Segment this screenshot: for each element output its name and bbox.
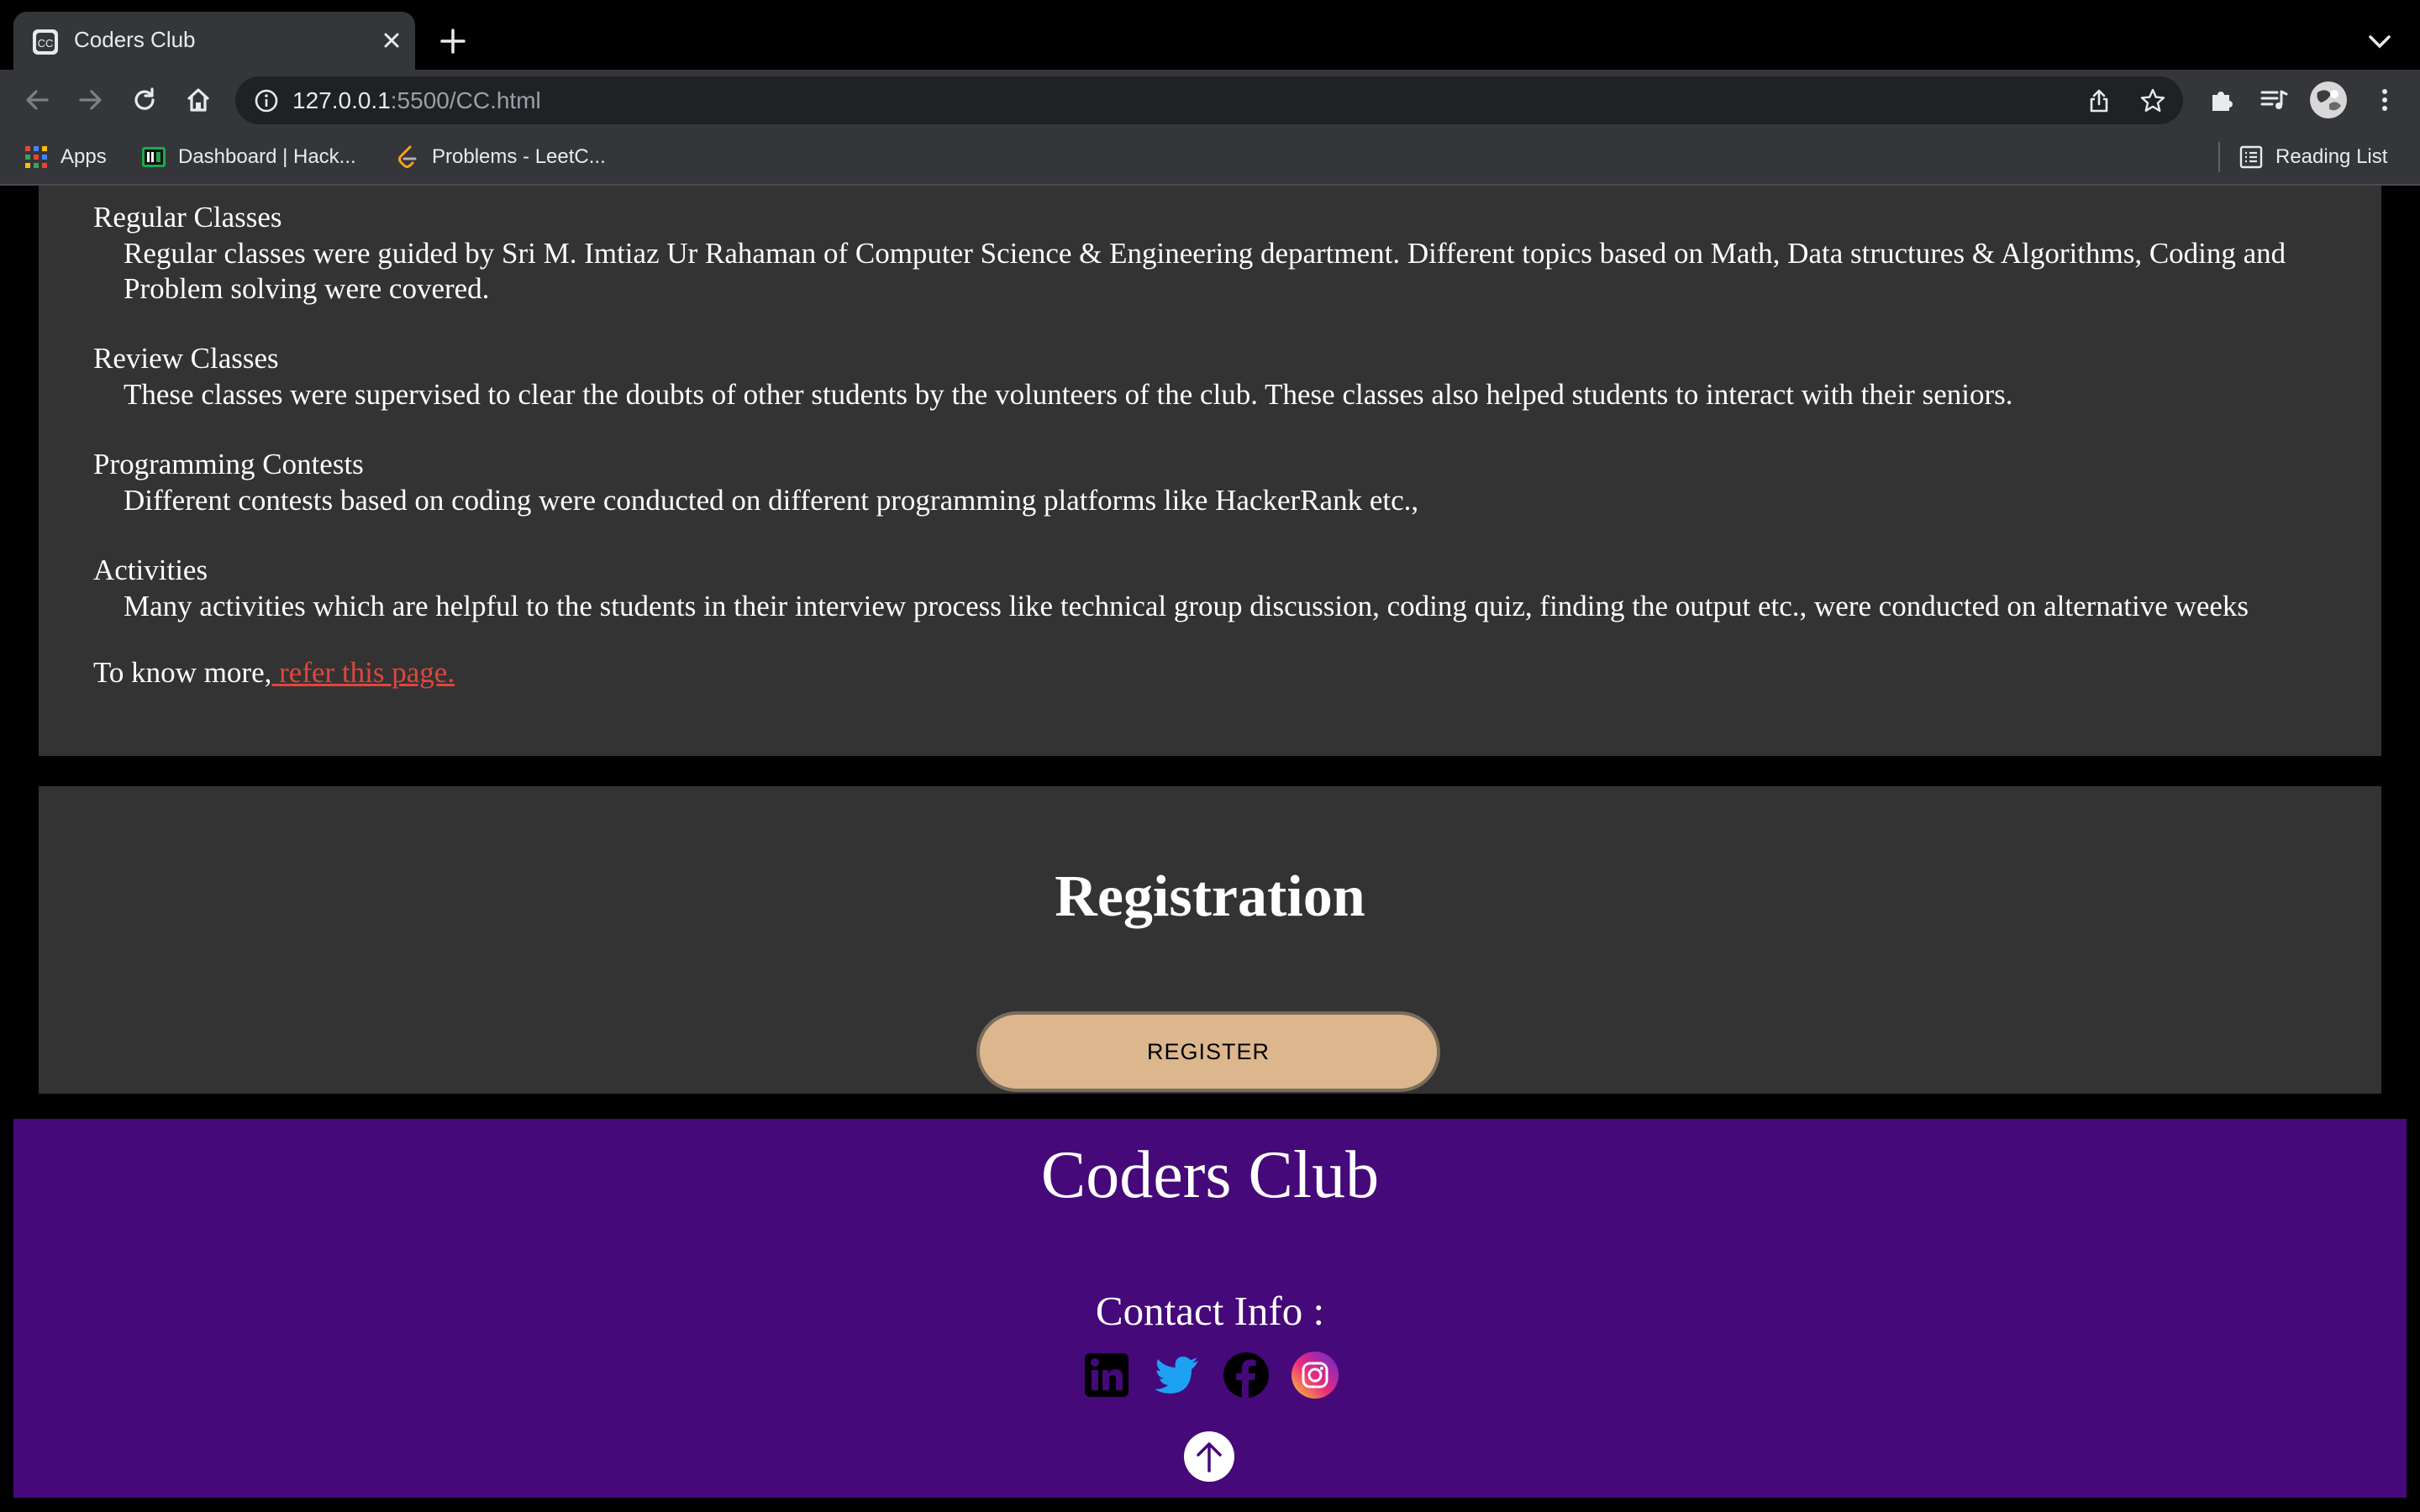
footer-title: Coders Club (1040, 1138, 1380, 1212)
register-button[interactable]: REGISTER (976, 1011, 1440, 1092)
new-tab-icon[interactable] (437, 25, 469, 57)
refer-page-link[interactable]: refer this page. (271, 656, 455, 689)
bookmark-hackerrank-label: Dashboard | Hack... (178, 145, 356, 168)
bookmark-leetcode[interactable]: Problems - LeetC... (395, 142, 606, 172)
browser-toolbar: 127.0.0.1:5500/CC.html (0, 70, 2420, 130)
bookmarks-bar: Apps Dashboard | Hack... Problems - Leet… (0, 130, 2420, 186)
activity-description: Many activities which are helpful to the… (124, 590, 2249, 622)
tab-search-chevron-icon[interactable] (2365, 29, 2395, 54)
reading-list-label: Reading List (2275, 145, 2388, 168)
activity-description: Different contests based on coding were … (124, 484, 1419, 517)
close-tab-icon[interactable] (378, 27, 405, 54)
activity-description: These classes were supervised to clear t… (124, 378, 2013, 411)
url-path: :5500/CC.html (390, 87, 541, 113)
hackerrank-icon (142, 147, 166, 167)
media-queue-icon[interactable] (2259, 85, 2289, 115)
facebook-icon[interactable] (1222, 1351, 1270, 1399)
leetcode-icon (398, 145, 417, 168)
know-more-text: To know more, refer this page. (93, 656, 455, 690)
address-bar[interactable]: 127.0.0.1:5500/CC.html (235, 76, 2183, 124)
apps-grid-icon (25, 146, 47, 168)
tab-title: Coders Club (74, 27, 196, 52)
forward-icon[interactable] (76, 85, 106, 115)
bookmark-apps[interactable]: Apps (24, 142, 107, 172)
bookmark-leetcode-label: Problems - LeetC... (432, 145, 606, 168)
bookmark-hackerrank[interactable]: Dashboard | Hack... (141, 142, 356, 172)
activity-title: Regular Classes (93, 201, 282, 234)
footer: Coders Club Contact Info : (13, 1119, 2407, 1498)
activity-title: Programming Contests (93, 448, 364, 480)
browser-tab[interactable]: CC Coders Club (13, 12, 415, 70)
home-icon[interactable] (183, 85, 213, 115)
registration-heading: Registration (1055, 864, 1365, 929)
page-viewport: Regular Classes Regular classes were gui… (0, 186, 2420, 1512)
browser-menu-icon[interactable] (2370, 85, 2400, 115)
coders-club-favicon-icon: CC (33, 29, 58, 55)
bookmark-apps-label: Apps (60, 145, 107, 168)
contact-info-heading: Contact Info : (1095, 1288, 1325, 1334)
know-more-prefix: To know more, (93, 656, 272, 689)
bookmark-star-icon[interactable] (2139, 87, 2166, 114)
back-icon[interactable] (22, 85, 52, 115)
reading-list-button[interactable]: Reading List (2238, 142, 2387, 172)
profile-avatar[interactable] (2309, 81, 2348, 119)
share-icon[interactable] (2086, 87, 2112, 114)
bookmarks-separator (2218, 142, 2220, 172)
activity-description: Regular classes were guided by Sri M. Im… (124, 237, 2286, 305)
instagram-icon[interactable] (1291, 1351, 1339, 1399)
svg-text:CC: CC (38, 37, 54, 50)
reading-list-icon (2239, 145, 2263, 169)
activity-title: Review Classes (93, 342, 279, 375)
activities-section: Regular Classes Regular classes were gui… (39, 186, 2381, 756)
reload-icon[interactable] (129, 85, 160, 115)
activity-title: Activities (93, 554, 208, 586)
url-text: 127.0.0.1:5500/CC.html (292, 87, 541, 114)
tab-strip: CC Coders Club (0, 0, 2420, 70)
linkedin-icon[interactable] (1082, 1351, 1131, 1399)
extensions-puzzle-icon[interactable] (2207, 85, 2237, 115)
site-info-icon[interactable] (254, 88, 279, 113)
url-host: 127.0.0.1 (292, 87, 391, 113)
scroll-to-top-icon[interactable] (1183, 1431, 1235, 1483)
registration-section: Registration REGISTER (39, 786, 2381, 1094)
twitter-icon[interactable] (1153, 1351, 1202, 1399)
